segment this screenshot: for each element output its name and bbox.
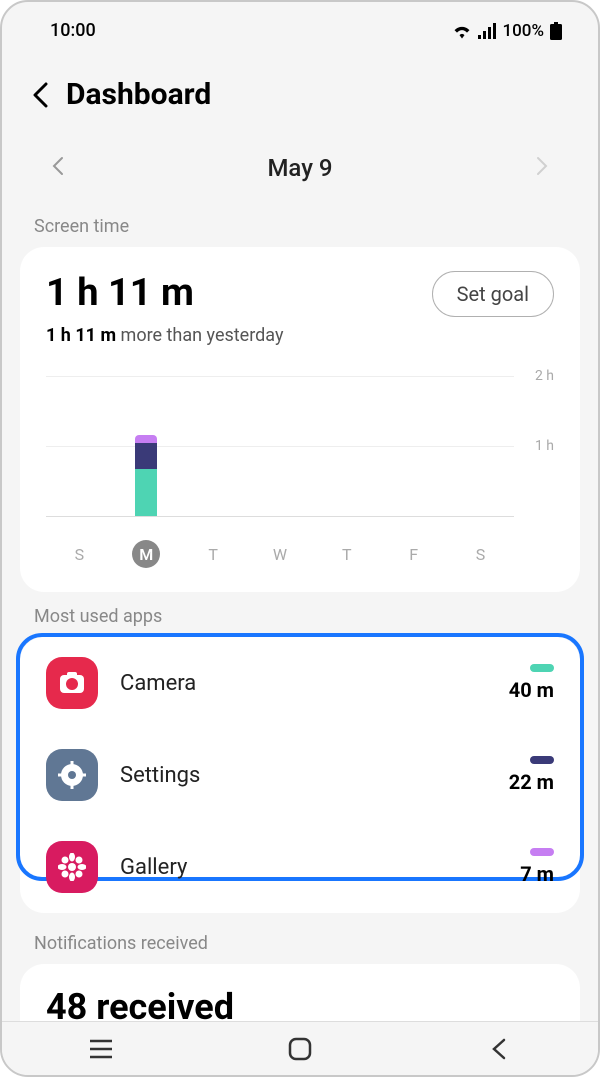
- chart-day-label[interactable]: M: [132, 540, 160, 568]
- chart-day-label[interactable]: F: [400, 540, 428, 568]
- app-row[interactable]: Gallery7 m: [20, 821, 580, 913]
- app-time-bar: [530, 848, 554, 856]
- most-used-section-label: Most used apps: [2, 592, 598, 637]
- most-used-card: Camera40 mSettings22 mGallery7 m: [20, 637, 580, 913]
- app-icon: [46, 841, 98, 893]
- screen-time-value: 1 h 11 m: [46, 271, 283, 315]
- screen-time-header: 1 h 11 m 1 h 11 m more than yesterday Se…: [46, 271, 554, 346]
- app-icon: [46, 657, 98, 709]
- nav-back-button[interactable]: [439, 1038, 559, 1060]
- chart-bar-segment: [135, 443, 157, 469]
- app-name: Camera: [120, 671, 509, 696]
- status-time: 10:00: [50, 20, 96, 41]
- date-prev-icon[interactable]: [52, 154, 64, 182]
- app-name: Settings: [120, 763, 509, 788]
- screen-time-chart: 2 h 1 h: [46, 368, 554, 532]
- chart-bar-segment: [135, 469, 157, 516]
- app-time-bar: [530, 756, 554, 764]
- date-next-icon[interactable]: [536, 154, 548, 182]
- battery-icon: [550, 22, 562, 40]
- chart-bars: [46, 376, 514, 516]
- screen-time-comparison: 1 h 11 m more than yesterday: [46, 325, 283, 346]
- chart-bar-col: [336, 376, 358, 516]
- chart-bar-col: [269, 376, 291, 516]
- app-row[interactable]: Camera40 m: [20, 637, 580, 729]
- chart-day-label[interactable]: S: [65, 540, 93, 568]
- date-label: May 9: [267, 154, 332, 182]
- signal-icon: [478, 23, 496, 39]
- app-time-bar: [530, 664, 554, 672]
- battery-percent: 100%: [502, 21, 544, 41]
- chart-bar-col: [403, 376, 425, 516]
- chart-bar-col: [202, 376, 224, 516]
- chart-day-label[interactable]: T: [333, 540, 361, 568]
- chart-day-labels: SMTWTFS: [46, 536, 554, 568]
- app-icon: [46, 749, 98, 801]
- app-time: 22 m: [509, 770, 554, 794]
- chart-bar-col: [469, 376, 491, 516]
- header: Dashboard: [2, 49, 598, 132]
- app-name: Gallery: [120, 855, 520, 880]
- date-nav: May 9: [2, 132, 598, 202]
- screen-time-section-label: Screen time: [2, 202, 598, 247]
- navigation-bar: [2, 1021, 598, 1075]
- chart-day-label[interactable]: S: [466, 540, 494, 568]
- app-time: 40 m: [509, 678, 554, 702]
- back-icon[interactable]: [32, 82, 48, 108]
- wifi-icon: [452, 23, 472, 39]
- notifications-section-label: Notifications received: [2, 913, 598, 964]
- app-time: 7 m: [520, 862, 554, 886]
- page-title: Dashboard: [66, 77, 211, 112]
- chart-bar-stack: [135, 435, 157, 516]
- recents-button[interactable]: [41, 1039, 161, 1059]
- chart-axis-label-1h: 1 h: [535, 438, 554, 454]
- phone-frame: 10:00 100% Dashboard May 9 Screen ti: [0, 0, 600, 1077]
- status-bar: 10:00 100%: [2, 2, 598, 49]
- chart-bar-col: [135, 376, 157, 516]
- status-right: 100%: [452, 21, 562, 41]
- chart-bar-segment: [135, 435, 157, 443]
- screen-time-card[interactable]: 1 h 11 m 1 h 11 m more than yesterday Se…: [20, 247, 580, 592]
- set-goal-button[interactable]: Set goal: [432, 271, 554, 317]
- chart-axis-label-2h: 2 h: [535, 368, 554, 384]
- chart-bar-col: [68, 376, 90, 516]
- chart-gridline: [46, 516, 514, 517]
- app-row[interactable]: Settings22 m: [20, 729, 580, 821]
- home-button[interactable]: [240, 1037, 360, 1061]
- chart-day-label[interactable]: T: [199, 540, 227, 568]
- chart-day-label[interactable]: W: [266, 540, 294, 568]
